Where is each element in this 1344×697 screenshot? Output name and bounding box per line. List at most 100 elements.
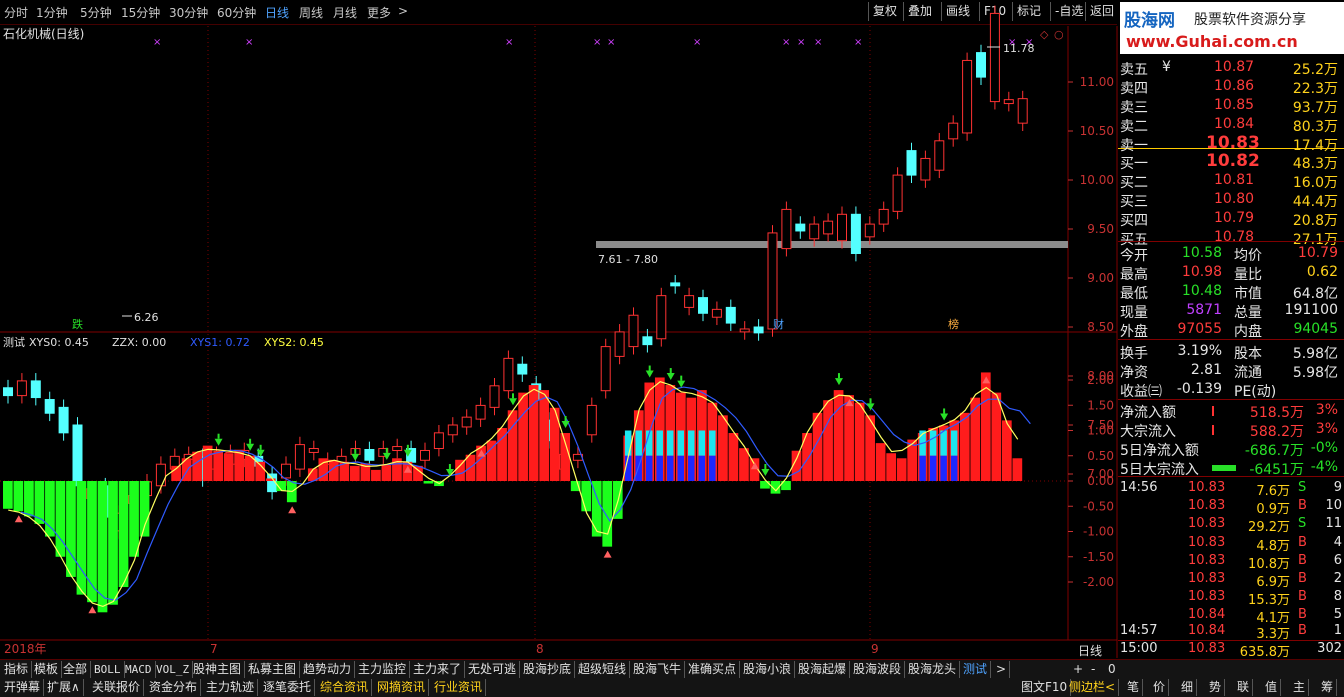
candle <box>850 206 861 262</box>
indicator-tab[interactable]: 主力来了 <box>410 661 466 678</box>
indicator-tick-label: 0.50 <box>1087 449 1114 463</box>
indicator-tab[interactable]: 主力监控 <box>355 661 411 678</box>
candle <box>962 52 973 141</box>
buy-arrow-icon <box>88 606 97 614</box>
brand-slogan: 股票软件资源分享 <box>1194 12 1306 28</box>
indicator-tab[interactable]: BOLL <box>91 661 125 678</box>
info-tab[interactable]: 综合资讯 <box>317 679 373 696</box>
candle <box>503 350 514 399</box>
side-panel-tab[interactable]: 主 <box>1290 679 1310 696</box>
event-x-marker: × <box>607 37 615 48</box>
diamond-icon[interactable]: ◇ <box>1040 28 1049 41</box>
tick-row: 15:00 10.83 635.8万 302 <box>1118 641 1344 660</box>
indicator-bar <box>728 433 739 481</box>
fund-flow-row: 5日大宗流入 -6451万 -4% <box>1118 459 1344 478</box>
low-price-label: 6.26 <box>134 311 159 324</box>
indicator-tab[interactable]: 股海小浪 <box>740 661 796 678</box>
indicator-tab[interactable]: MACD <box>122 661 156 678</box>
info-tab[interactable]: 资金分布 <box>146 679 202 696</box>
event-x-marker: × <box>782 37 790 48</box>
indicator-tab[interactable]: 股海飞牛 <box>630 661 686 678</box>
side-panel-tab[interactable]: 势 <box>1206 679 1226 696</box>
sell-level-row: 卖四 10.86 22.3万 <box>1118 78 1344 97</box>
tick-price: 10.83 <box>1188 571 1226 586</box>
date-label-9: 9 <box>871 642 879 656</box>
candle <box>711 301 722 326</box>
sidebar-toggle-tab[interactable]: 侧边栏< <box>1066 679 1120 696</box>
side-panel-tab[interactable]: 价 <box>1150 679 1170 696</box>
indicator-bar <box>886 453 897 481</box>
side-panel-tab[interactable]: 值 <box>1262 679 1282 696</box>
indicator-bar <box>13 481 24 512</box>
sell-arrow-icon <box>214 438 223 446</box>
sell-level-price: 10.85 <box>1214 97 1255 113</box>
tick-volume: 6.9万 <box>1256 575 1290 590</box>
tick-price: 10.84 <box>1188 623 1226 638</box>
zoom-out-button[interactable]: - <box>1088 661 1098 678</box>
candle <box>517 356 528 382</box>
indicator-overlay-blue <box>709 455 716 481</box>
indicator-tab[interactable]: 私募主图 <box>245 661 301 678</box>
tick-direction: B <box>1298 571 1307 586</box>
side-panel-tab[interactable]: 筹 <box>1318 679 1338 696</box>
info-tab[interactable]: 行业资讯 <box>431 679 487 696</box>
buy-level-price: 10.79 <box>1214 210 1255 226</box>
info-tab[interactable]: 关联报价 <box>89 679 145 696</box>
indicator-tab[interactable]: 测试 <box>960 661 992 678</box>
indicator-tab[interactable]: 模板 <box>31 661 63 678</box>
indicator-tab[interactable]: 股海波段 <box>850 661 906 678</box>
chart-grid <box>0 26 1118 658</box>
indicator-tab[interactable]: 股神主图 <box>190 661 246 678</box>
indicator-tab[interactable]: 超级短线 <box>575 661 631 678</box>
info-tab[interactable]: 网摘资讯 <box>374 679 430 696</box>
info-tab[interactable]: 主力轨迹 <box>203 679 259 696</box>
zoom-in-button[interactable]: + <box>1070 661 1086 678</box>
indicator-bar <box>486 440 497 481</box>
price-tick-label: 10.50 <box>1080 124 1114 138</box>
indicator-tab[interactable]: 指标 <box>1 661 33 678</box>
price-tick-label: 11.00 <box>1080 75 1114 89</box>
info-tab[interactable]: 开弹幕 <box>1 679 45 696</box>
fundamental-value: 5.98亿 <box>1292 365 1338 381</box>
circle-icon[interactable]: ○ <box>1054 28 1064 41</box>
sell-arrow-icon <box>666 373 675 381</box>
stat-label: 均价 <box>1234 248 1262 264</box>
indicator-bar <box>528 385 539 481</box>
flow-value: 588.2万 <box>1249 424 1304 440</box>
indicator-bar <box>833 390 844 481</box>
indicator-tab[interactable]: 股海龙头 <box>905 661 961 678</box>
info-tab[interactable]: 逐笔委托 <box>260 679 316 696</box>
tick-price: 10.83 <box>1188 641 1226 656</box>
price-tick-label: 9.00 <box>1087 271 1114 285</box>
side-panel-tab[interactable]: 细 <box>1178 679 1198 696</box>
side-panel-tab[interactable]: 笔 <box>1124 679 1144 696</box>
indicator-tick-label: 2.00 <box>1087 373 1114 387</box>
tabs-scroll-right-icon[interactable]: > <box>993 661 1011 678</box>
indicator-tab[interactable]: 股海抄底 <box>520 661 576 678</box>
stat-label: 最高 <box>1120 267 1148 283</box>
candle <box>628 307 639 355</box>
buy-level-volume: 16.0万 <box>1292 175 1338 191</box>
high-price-label: 11.78 <box>1003 42 1035 55</box>
indicator-tab[interactable]: 无处可逃 <box>465 661 521 678</box>
candle <box>934 132 945 179</box>
reset-zoom-button[interactable]: 0 <box>1105 661 1119 678</box>
date-label-7: 7 <box>210 642 218 656</box>
info-tab[interactable]: 扩展∧ <box>44 679 84 696</box>
indicator-tab[interactable]: 趋势动力 <box>300 661 356 678</box>
tick-price: 10.83 <box>1188 589 1226 605</box>
indicator-tab[interactable]: 股海起爆 <box>795 661 851 678</box>
indicator-tab[interactable]: VOL_Z <box>153 661 194 678</box>
quote-stat-row: 最高 10.98 量比 0.62 <box>1118 264 1344 283</box>
candle <box>30 373 41 406</box>
stat-value: 0.62 <box>1306 264 1338 280</box>
indicator-tab[interactable]: 全部 <box>60 661 92 678</box>
currency-mark: ¥ <box>1162 59 1171 75</box>
sell-level-row: 卖五 ¥10.87 25.2万 <box>1118 59 1344 78</box>
candle <box>976 44 986 85</box>
indicator-tab[interactable]: 准确买点 <box>685 661 741 678</box>
side-panel-tab[interactable]: 联 <box>1234 679 1254 696</box>
flow-bar <box>1212 465 1236 471</box>
kline-chart[interactable]: 石化机械(日线) × × × × × × × × × × × ×◇ ○ 7.61 - 7.80 11.7… <box>0 0 1118 659</box>
f10-graphic-tab[interactable]: 图文F10 <box>1018 679 1072 696</box>
